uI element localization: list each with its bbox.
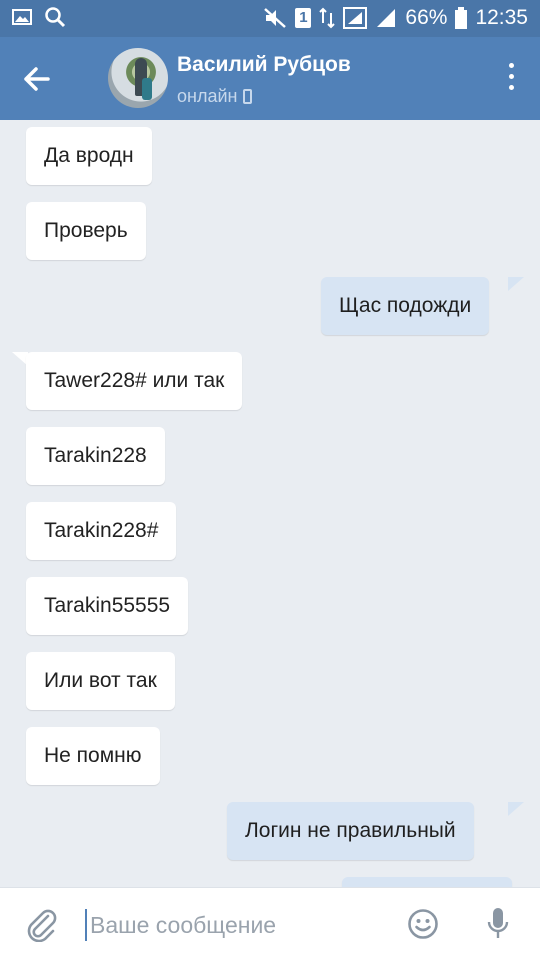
signal-sim1-icon: [343, 7, 368, 29]
back-arrow-icon[interactable]: [18, 59, 58, 99]
status-bar: 1 66% 12:35: [0, 0, 540, 37]
image-icon: [12, 9, 32, 25]
message-bubble-incoming[interactable]: Tarakin228#: [26, 502, 177, 560]
status-text: онлайн: [177, 86, 238, 106]
message-text: Логин не правильный: [245, 819, 456, 842]
paperclip-icon[interactable]: [26, 908, 58, 942]
sim-badge: 1: [295, 8, 312, 28]
chat-header: Василий Рубцов онлайн: [0, 37, 540, 120]
message-bubble-incoming[interactable]: Не помню: [26, 727, 160, 785]
battery-icon: [455, 7, 468, 29]
message-bubble-outgoing[interactable]: Щас подожди: [321, 277, 490, 335]
message-composer: [0, 887, 540, 961]
data-transfer-icon: [319, 7, 336, 29]
mute-icon: [264, 8, 287, 28]
signal-icon: [377, 9, 396, 27]
search-icon: [45, 7, 66, 28]
message-text: Да вродн: [44, 144, 134, 167]
message-text: Tarakin228: [44, 444, 147, 467]
message-bubble-incoming[interactable]: Tawer228# или так: [26, 352, 243, 410]
contact-status: онлайн: [177, 86, 253, 107]
message-text: Проверь: [44, 219, 128, 242]
contact-name[interactable]: Василий Рубцов: [177, 53, 351, 77]
message-bubble-incoming[interactable]: Tarakin55555: [26, 577, 189, 635]
message-bubble-incoming[interactable]: Проверь: [26, 202, 146, 260]
message-text: Tarakin55555: [44, 594, 171, 617]
avatar[interactable]: [108, 48, 168, 108]
message-text: Или вот так: [44, 669, 157, 692]
message-bubble-incoming[interactable]: Или вот так: [26, 652, 175, 710]
message-text: Щас подожди: [339, 294, 472, 317]
message-text: Tawer228# или так: [44, 369, 225, 392]
avatar-figure-detail: [142, 78, 152, 100]
message-bubble-outgoing[interactable]: Логин не правильный: [227, 802, 474, 860]
more-options-button[interactable]: [504, 63, 518, 97]
text-cursor: [85, 909, 87, 941]
message-text: Не помню: [44, 744, 142, 767]
message-bubble-incoming[interactable]: Да вродн: [26, 127, 152, 185]
message-text: Tarakin228#: [44, 519, 159, 542]
message-input[interactable]: [88, 904, 392, 946]
clock: 12:35: [475, 6, 528, 29]
message-bubble-incoming[interactable]: Tarakin228: [26, 427, 165, 485]
emoji-icon[interactable]: [407, 908, 439, 940]
battery-percent: 66%: [405, 6, 448, 29]
mobile-phone-icon: [243, 89, 253, 104]
bubble-tail: [508, 277, 524, 291]
microphone-icon[interactable]: [486, 906, 510, 942]
bubble-tail: [508, 802, 524, 816]
